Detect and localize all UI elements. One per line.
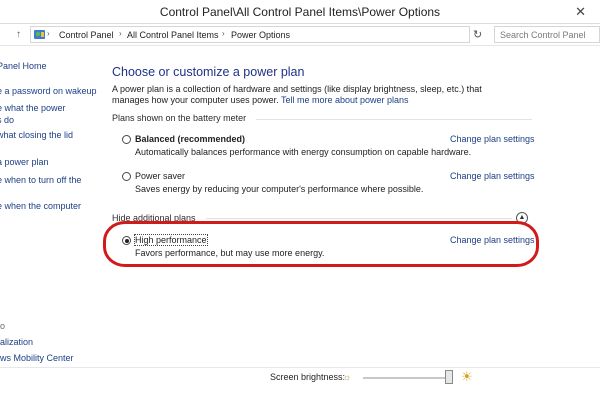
page-title: Choose or customize a power plan (112, 65, 305, 79)
search-box[interactable] (494, 26, 600, 43)
plan-description-balanced: Automatically balances performance with … (135, 147, 472, 157)
sidebar-link-closing-lid[interactable]: what closing the lid (0, 129, 73, 141)
breadcrumb-control-panel[interactable]: Control Panel (59, 30, 114, 40)
sidebar-link-home[interactable]: Panel Home (0, 60, 47, 72)
sidebar-link-mobility-center[interactable]: ws Mobility Center (0, 352, 74, 364)
title-bar: Control Panel\All Control Panel Items\Po… (0, 0, 600, 24)
breadcrumb-separator: › (119, 29, 122, 38)
sidebar-link-personalization[interactable]: alization (0, 336, 33, 348)
sidebar-link-turn-off-display[interactable]: e when to turn off the (0, 174, 81, 186)
brightness-slider-thumb[interactable] (444, 370, 453, 384)
plan-power-saver: Power saver Saves energy by reducing you… (122, 170, 535, 196)
change-plan-settings-power-saver[interactable]: Change plan settings (450, 171, 535, 181)
plan-description-power-saver: Saves energy by reducing your computer's… (135, 184, 424, 194)
section-divider (206, 218, 512, 219)
refresh-icon[interactable]: ↻ (473, 28, 482, 41)
section-divider (256, 119, 532, 120)
address-bar: ↑ › Control Panel › All Control Panel It… (0, 24, 600, 46)
breadcrumb-separator: › (222, 29, 225, 38)
up-arrow-icon[interactable]: ↑ (16, 29, 21, 40)
sidebar-see-also-label: o (0, 321, 6, 331)
search-input[interactable] (495, 27, 595, 42)
breadcrumb-all-items[interactable]: All Control Panel Items (127, 30, 219, 40)
bright-sun-icon: ☀ (461, 369, 473, 384)
plan-radio-power-saver[interactable] (122, 172, 131, 181)
tell-me-more-link[interactable]: Tell me more about power plans (281, 95, 409, 105)
brightness-slider-track[interactable] (363, 377, 453, 379)
status-bar: Screen brightness: ☼ ☀ (0, 367, 600, 400)
red-highlight-ellipse (103, 221, 539, 267)
breadcrumb-power-options[interactable]: Power Options (231, 30, 290, 40)
plan-name-balanced[interactable]: Balanced (recommended) (135, 134, 245, 144)
control-panel-icon (34, 30, 45, 39)
sidebar-link-require-password[interactable]: e a password on wakeup (0, 85, 97, 97)
address-box[interactable]: › Control Panel › All Control Panel Item… (30, 26, 470, 43)
sidebar: Panel Home e a password on wakeup e what… (0, 46, 106, 400)
sidebar-link-computer-sleeps[interactable]: e when the computer (0, 200, 81, 212)
breadcrumb-separator: › (47, 29, 50, 38)
plan-radio-balanced[interactable] (122, 135, 131, 144)
change-plan-settings-balanced[interactable]: Change plan settings (450, 134, 535, 144)
dim-sun-icon: ☼ (343, 372, 352, 382)
sidebar-link-power-buttons-cont[interactable]: s do (0, 114, 14, 126)
page-description: A power plan is a collection of hardware… (112, 84, 517, 106)
plan-name-power-saver[interactable]: Power saver (135, 171, 185, 181)
sidebar-link-create-plan[interactable]: a power plan (0, 156, 49, 168)
close-icon[interactable]: ✕ (575, 4, 586, 20)
main-content: Choose or customize a power plan A power… (103, 46, 600, 400)
plan-balanced: Balanced (recommended) Automatically bal… (122, 133, 535, 159)
battery-meter-section-label: Plans shown on the battery meter (112, 113, 247, 123)
screen-brightness-label: Screen brightness: (270, 372, 346, 382)
sidebar-link-power-buttons[interactable]: e what the power (0, 102, 66, 114)
window-title: Control Panel\All Control Panel Items\Po… (159, 5, 441, 19)
